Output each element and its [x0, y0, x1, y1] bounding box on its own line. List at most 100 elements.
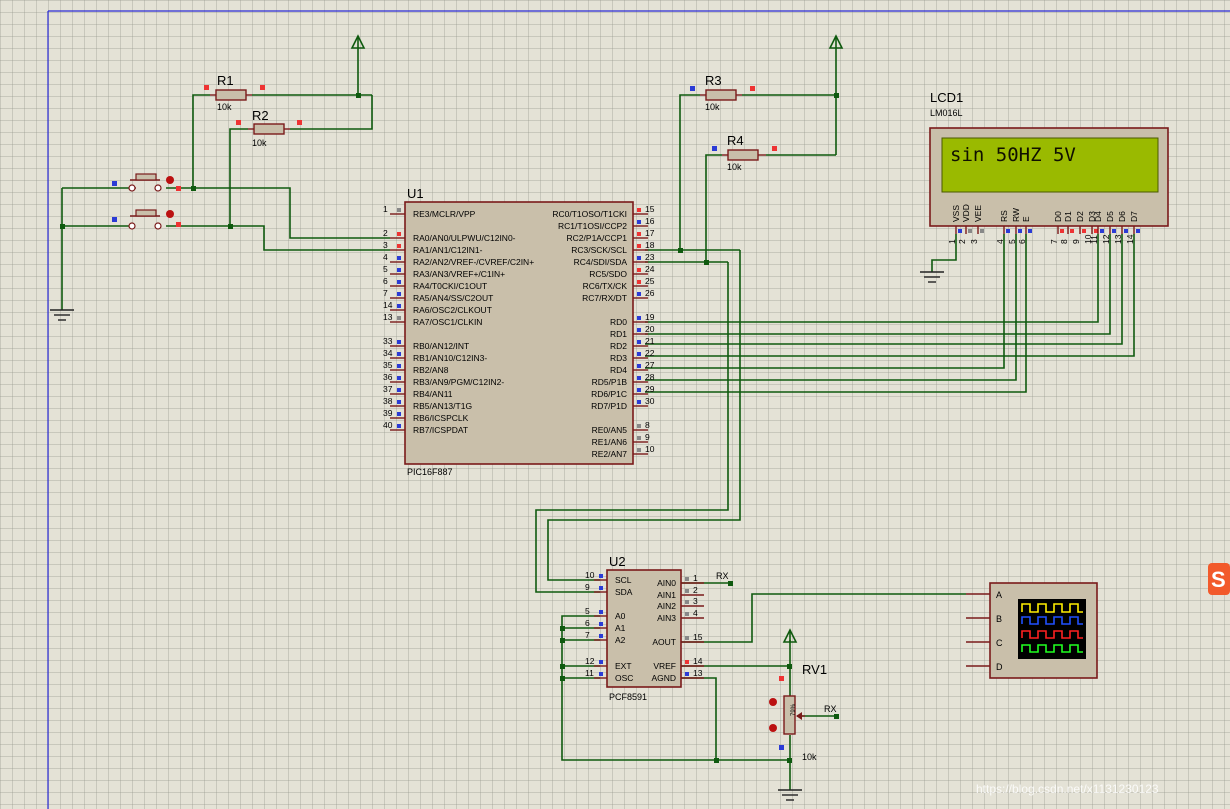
pot-value: 10k	[802, 752, 817, 762]
lcd-pin-number: 8	[1059, 239, 1069, 244]
resistor-value: 10k	[705, 102, 720, 112]
pin-number: 28	[645, 372, 655, 382]
pin-name: A1	[615, 623, 626, 633]
pin-number: 23	[645, 252, 655, 262]
pin-number: 9	[585, 582, 590, 592]
pin-name: RE1/AN6	[592, 437, 628, 447]
pin-name: RB4/AN11	[413, 389, 453, 399]
resistor-r3[interactable]: R3 10k	[690, 73, 755, 112]
pin-number: 13	[693, 668, 703, 678]
ground-icon[interactable]	[778, 789, 802, 801]
resistor-r2[interactable]: R2 10k	[236, 108, 302, 148]
pin-name: RD1	[610, 329, 627, 339]
resistor-ref: R1	[217, 73, 234, 88]
pin-name: RD5/P1B	[592, 377, 628, 387]
schematic-canvas[interactable]: R1 10k R2 10k R3 10k R4 10k U1 PIC16F887…	[0, 0, 1230, 809]
pin-number: 13	[383, 312, 393, 322]
lcd-pin-number: 3	[969, 239, 979, 244]
pin-number: 14	[383, 300, 393, 310]
lcd-pin-number: 2	[957, 239, 967, 244]
pin-number: 21	[645, 336, 655, 346]
oscilloscope[interactable]: A B C D	[966, 582, 1098, 679]
resistor-value: 10k	[252, 138, 267, 148]
potentiometer-rv1[interactable]: 79% RV1 10k	[769, 662, 827, 762]
pin-number: 17	[645, 228, 655, 238]
lcd-pin-name: RW	[1011, 208, 1021, 222]
pin-name: AIN0	[657, 578, 676, 588]
pin-name: AIN2	[657, 601, 676, 611]
lcd-pin-name: E	[1021, 216, 1031, 222]
resistor-ref: R2	[252, 108, 269, 123]
pin-name: RB1/AN10/C12IN3-	[413, 353, 487, 363]
watermark-text: https://blog.csdn.net/x1131230123	[976, 782, 1159, 796]
lcd-ref: LCD1	[930, 90, 963, 105]
lcd-pin-name: D7	[1129, 211, 1139, 222]
pin-name: RA2/AN2/VREF-/CVREF/C2IN+	[413, 257, 534, 267]
pin-name: RA4/T0CKI/C1OUT	[413, 281, 487, 291]
pin-number: 37	[383, 384, 393, 394]
pin-number: 18	[645, 240, 655, 250]
pin-number: 34	[383, 348, 393, 358]
pin-name: RA1/AN1/C12IN1-	[413, 245, 483, 255]
pin-number: 39	[383, 408, 393, 418]
adc-dac-u2[interactable]: U2 PCF8591 10 SCL9 SDA5 A06 A17 A212 EXT11 OSC …	[585, 554, 704, 702]
pin-number: 14	[693, 656, 703, 666]
pin-name: RE2/AN7	[592, 449, 628, 459]
pin-number: 6	[585, 618, 590, 628]
lcd-pin-name: D6	[1117, 211, 1127, 222]
pin-number: 20	[645, 324, 655, 334]
pin-number: 24	[645, 264, 655, 274]
u2-part: PCF8591	[609, 692, 647, 702]
power-terminal-1[interactable]	[350, 34, 366, 49]
pin-number: 15	[693, 632, 703, 642]
ground-icon[interactable]	[920, 271, 944, 283]
lcd-pin-number: 4	[995, 239, 1005, 244]
pin-number: 22	[645, 348, 655, 358]
pin-name: RD7/P1D	[591, 401, 627, 411]
pin-number: 10	[645, 444, 655, 454]
scope-channel-label: A	[996, 590, 1002, 600]
pin-name: RD0	[610, 317, 627, 327]
pin-name: RA7/OSC1/CLKIN	[413, 317, 482, 327]
scope-channel-label: D	[996, 662, 1003, 672]
ground-icon[interactable]	[50, 309, 74, 321]
microcontroller-u1[interactable]: U1 PIC16F887 1 RE3/MCLR/VPP 2 RA0/AN0/ULPWU…	[383, 186, 655, 477]
csdn-s-logo-icon[interactable]: S	[1208, 563, 1230, 595]
lcd-pin-name: D5	[1105, 211, 1115, 222]
pin-name: A0	[615, 611, 626, 621]
pin-name: RE0/AN5	[592, 425, 628, 435]
pin-number: 4	[383, 252, 388, 262]
pin-name: RC7/RX/DT	[582, 293, 627, 303]
pin-name: RA0/AN0/ULPWU/C12IN0-	[413, 233, 516, 243]
pin-name: RB7/ICSPDAT	[413, 425, 468, 435]
pin-number: 8	[645, 420, 650, 430]
pin-name: RE3/MCLR/VPP	[413, 209, 476, 219]
resistor-r4[interactable]: R4 10k	[712, 133, 777, 172]
pin-name: RA6/OSC2/CLKOUT	[413, 305, 492, 315]
pin-number: 10	[585, 570, 595, 580]
pin-number: 26	[645, 288, 655, 298]
rx-net-label: RX	[824, 704, 837, 714]
power-terminal-2[interactable]	[828, 34, 844, 49]
rx-net-label: RX	[716, 571, 729, 581]
pin-name: RD4	[610, 365, 627, 375]
u1-part: PIC16F887	[407, 467, 453, 477]
pin-number: 15	[645, 204, 655, 214]
pin-number: 2	[383, 228, 388, 238]
pin-number: 9	[645, 432, 650, 442]
pin-number: 3	[693, 596, 698, 606]
lcd-pin-number: 5	[1007, 239, 1017, 244]
lcd-pin-name: D4	[1093, 211, 1103, 222]
pin-name: RB3/AN9/PGM/C12IN2-	[413, 377, 504, 387]
resistor-r1[interactable]: R1 10k	[204, 73, 265, 112]
pin-number: 5	[585, 606, 590, 616]
lcd-display[interactable]: LCD1 LM016L sin 50HZ 5V VSS 1 VDD 2 VEE 3 RS 4 R…	[929, 90, 1169, 244]
power-terminal-3[interactable]	[782, 628, 798, 643]
pin-number: 27	[645, 360, 655, 370]
pin-number: 1	[383, 204, 388, 214]
pin-number: 29	[645, 384, 655, 394]
pin-number: 3	[383, 240, 388, 250]
resistor-value: 10k	[217, 102, 232, 112]
pin-name: RC0/T1OSO/T1CKI	[552, 209, 627, 219]
pin-name: RA3/AN3/VREF+/C1IN+	[413, 269, 505, 279]
